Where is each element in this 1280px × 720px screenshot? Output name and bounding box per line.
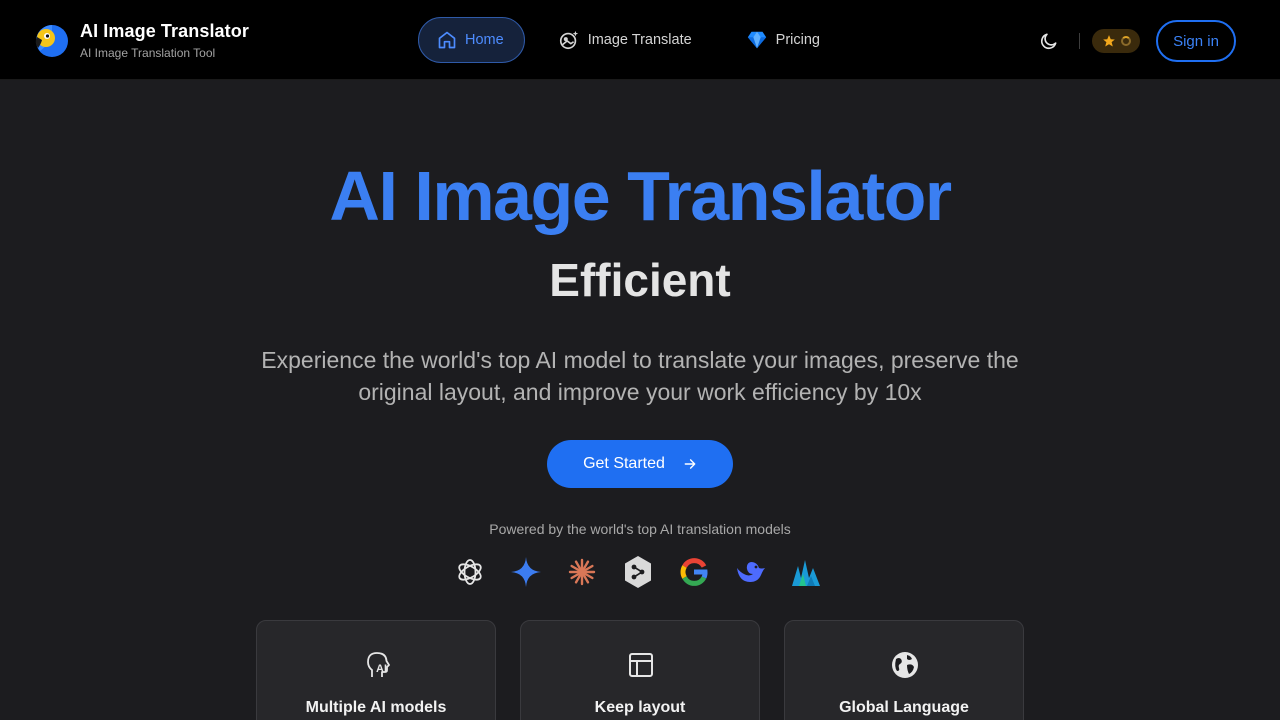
feature-title: Global Language <box>839 699 969 716</box>
hero-title: AI Image Translator <box>329 157 952 235</box>
nav-image-translate[interactable]: Image Translate <box>539 17 713 63</box>
nav-home[interactable]: Home <box>418 17 525 63</box>
feature-card-keep-layout: Keep layout <box>520 620 760 720</box>
magic-image-icon <box>559 30 578 50</box>
diamond-icon <box>747 31 766 49</box>
mistral-icon <box>790 554 822 590</box>
hero-description: Experience the world's top AI model to t… <box>261 347 1019 405</box>
nav-home-label: Home <box>465 32 504 48</box>
main-nav: Home Image Translate Pricing <box>418 17 841 63</box>
brand[interactable]: AI Image Translator AI Image Translation… <box>32 20 249 62</box>
openai-icon <box>454 554 486 590</box>
model-logos <box>454 554 822 590</box>
brand-title: AI Image Translator <box>80 21 249 41</box>
header-actions: Sign in <box>1033 20 1236 62</box>
powered-by-text: Powered by the world's top AI translatio… <box>489 521 791 537</box>
get-started-button[interactable]: Get Started <box>547 440 733 488</box>
brand-subtitle: AI Image Translation Tool <box>80 46 216 60</box>
nav-pricing-label: Pricing <box>775 32 820 48</box>
layout-icon <box>625 649 657 681</box>
arrow-right-icon <box>684 459 696 469</box>
star-icon <box>1102 35 1115 47</box>
home-icon <box>438 31 456 49</box>
deepseek-icon <box>734 554 766 590</box>
feature-card-multiple-models: AI Multiple AI models <box>256 620 496 720</box>
get-started-label: Get Started <box>583 455 665 472</box>
credits-badge[interactable] <box>1092 29 1140 53</box>
top-header: AI Image Translator AI Image Translation… <box>0 0 1280 80</box>
hero-rotating-word: Efficient <box>549 254 731 306</box>
feature-card-global-language: Global Language <box>784 620 1024 720</box>
claude-icon <box>566 554 598 590</box>
moon-icon <box>1040 33 1057 50</box>
ai-head-icon: AI <box>361 649 393 681</box>
gemini-icon <box>510 554 542 590</box>
nav-image-translate-label: Image Translate <box>587 32 692 48</box>
google-icon <box>678 554 710 590</box>
signin-button[interactable]: Sign in <box>1156 20 1236 62</box>
header-divider <box>1079 33 1080 49</box>
nav-pricing[interactable]: Pricing <box>727 17 841 63</box>
svg-text:AI: AI <box>376 663 387 675</box>
deepl-icon <box>622 554 654 590</box>
feature-title: Multiple AI models <box>305 699 447 716</box>
feature-title: Keep layout <box>594 699 686 716</box>
loading-spinner-icon <box>1120 36 1131 46</box>
globe-icon <box>889 649 921 681</box>
parrot-logo <box>32 21 68 61</box>
theme-toggle[interactable] <box>1033 21 1065 61</box>
